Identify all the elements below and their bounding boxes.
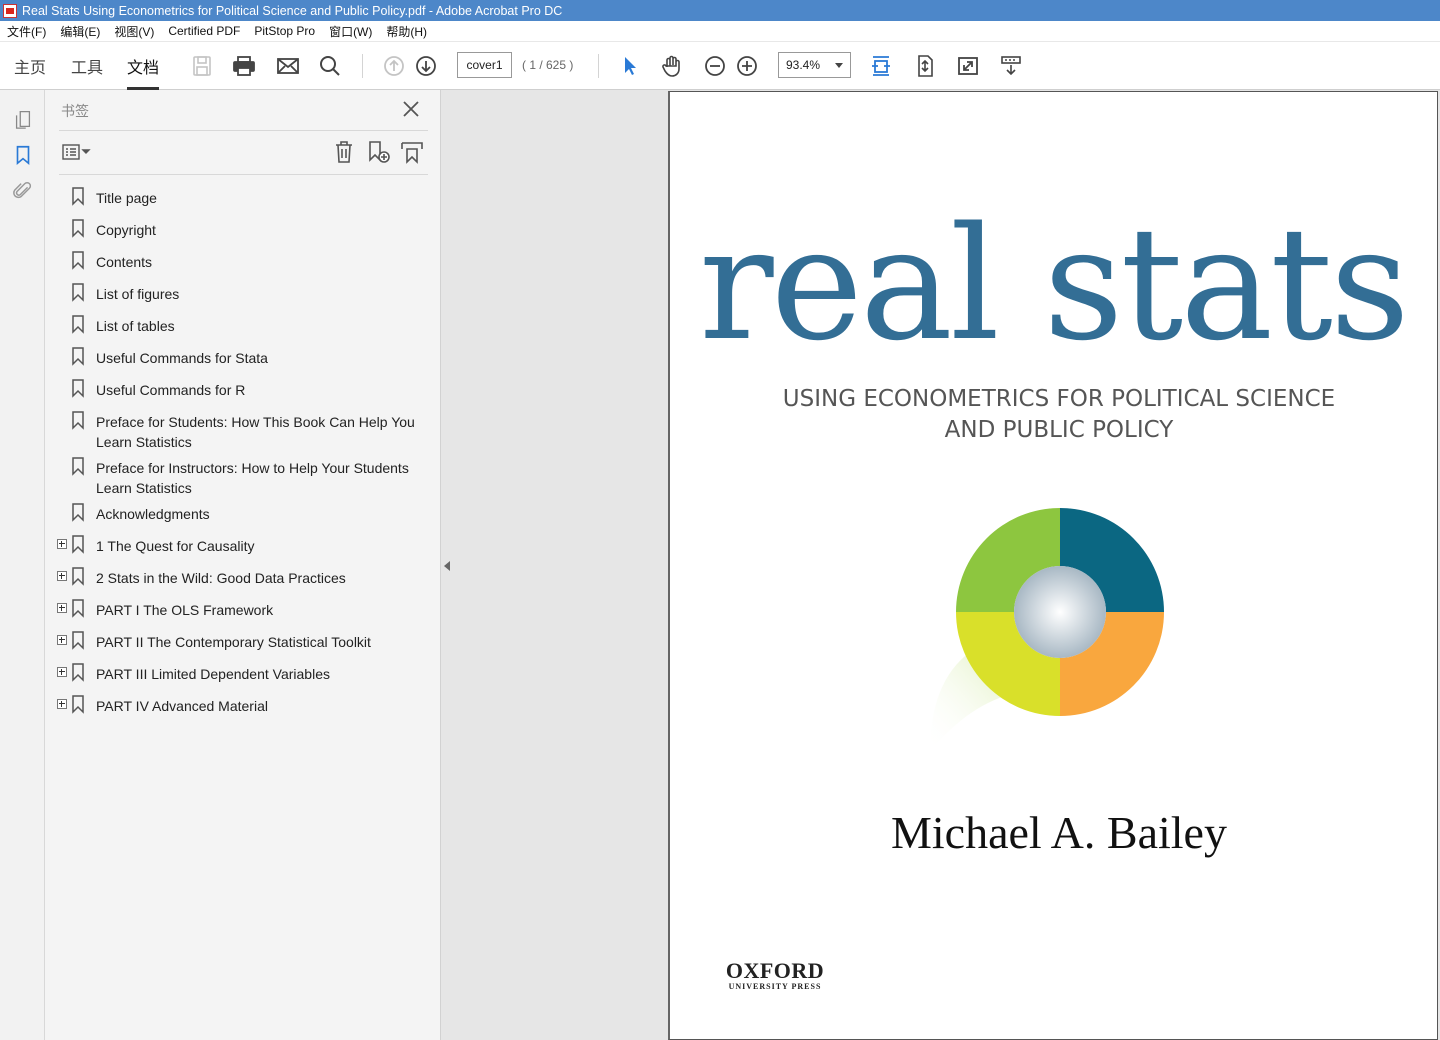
menu-file[interactable]: 文件(F) [0, 23, 53, 40]
cover-ring-logo [910, 502, 1210, 782]
bookmark-label: PART II The Contemporary Statistical Too… [96, 634, 371, 650]
publisher-name: OXFORD [725, 958, 825, 983]
panel-title: 书签 [61, 103, 89, 119]
zoom-in-icon[interactable] [733, 52, 761, 80]
cover-subtitle: Using Econometrics for Political Science… [670, 384, 1440, 446]
zoom-level-select[interactable]: 93.4% [778, 52, 851, 78]
bookmark-icon [71, 631, 85, 650]
tab-tools[interactable]: 工具 [71, 54, 103, 90]
bookmarks-panel-icon[interactable] [10, 142, 36, 168]
expand-plus-icon[interactable] [57, 603, 67, 613]
bookmark-icon [71, 347, 85, 366]
pdf-page-cover: real stats Using Econometrics for Politi… [668, 91, 1438, 1040]
bookmark-icon [71, 663, 85, 682]
bookmark-icon [71, 187, 85, 206]
bookmark-label: Preface for Students: How This Book Can … [96, 414, 415, 450]
page-thumbnails-icon[interactable] [10, 106, 36, 132]
expand-plus-icon[interactable] [57, 699, 67, 709]
bookmark-label: List of tables [96, 318, 175, 334]
search-icon[interactable] [316, 52, 344, 80]
cover-subtitle-line: and Public Policy [944, 417, 1174, 443]
bookmark-icon [71, 379, 85, 398]
select-cursor-icon[interactable] [615, 52, 643, 80]
email-icon[interactable] [274, 52, 302, 80]
new-bookmark-icon[interactable] [365, 139, 391, 165]
publisher-logo: OXFORD UNIVERSITY PRESS [720, 958, 830, 992]
expand-plus-icon[interactable] [57, 571, 67, 581]
zoom-level-value: 93.4% [786, 58, 821, 72]
toolbar-divider [362, 54, 363, 78]
bookmark-label: PART III Limited Dependent Variables [96, 666, 330, 682]
close-icon[interactable] [401, 99, 421, 119]
delete-bookmark-icon[interactable] [331, 139, 357, 165]
menu-pitstop-pro[interactable]: PitStop Pro [247, 24, 322, 38]
toolbar-divider [598, 54, 599, 78]
cover-title: real stats [699, 193, 1410, 375]
bookmark-label: Copyright [96, 222, 156, 238]
publisher-subtitle: UNIVERSITY PRESS [728, 982, 822, 991]
previous-page-icon[interactable] [380, 52, 408, 80]
menu-help[interactable]: 帮助(H) [379, 23, 434, 40]
bookmark-label: PART I The OLS Framework [96, 602, 274, 618]
bookmark-icon [71, 599, 85, 618]
cover-author: Michael A. Bailey [891, 807, 1227, 858]
read-mode-icon[interactable] [997, 52, 1025, 80]
bookmark-icon [71, 567, 85, 586]
zoom-out-icon[interactable] [701, 52, 729, 80]
main-toolbar: 主页 工具 文档 [0, 42, 1440, 90]
bookmark-icon [71, 695, 85, 714]
bookmark-icon [71, 219, 85, 238]
bookmark-label: 2 Stats in the Wild: Good Data Practices [96, 570, 346, 586]
print-icon[interactable] [230, 52, 258, 80]
menu-edit[interactable]: 编辑(E) [53, 23, 107, 40]
window-title: Real Stats Using Econometrics for Politi… [22, 3, 563, 18]
bookmarks-panel: 书签 Title page Copyright Contents List of… [45, 90, 441, 1040]
bookmark-label: Contents [96, 254, 153, 270]
chevron-down-icon [835, 63, 843, 68]
divider [59, 130, 428, 131]
collapse-panel-icon[interactable] [444, 561, 450, 571]
tab-home[interactable]: 主页 [14, 54, 46, 90]
expand-plus-icon[interactable] [57, 539, 67, 549]
bookmark-label: Title page [96, 190, 157, 206]
bookmark-icon [71, 251, 85, 270]
menu-window[interactable]: 窗口(W) [322, 23, 379, 40]
menu-bar: 文件(F) 编辑(E) 视图(V) Certified PDF PitStop … [0, 21, 1440, 42]
full-screen-icon[interactable] [954, 52, 982, 80]
attachments-icon[interactable] [10, 178, 36, 204]
bookmark-label: List of figures [96, 286, 180, 302]
bookmark-label: 1 The Quest for Causality [96, 538, 255, 554]
expand-plus-icon[interactable] [57, 667, 67, 677]
navigation-rail [0, 90, 45, 1040]
expand-bookmark-icon[interactable] [399, 139, 425, 165]
bookmark-icon [71, 315, 85, 334]
fit-page-icon[interactable] [911, 52, 939, 80]
bookmark-icon [71, 457, 85, 476]
cover-subtitle-line: Using Econometrics for Political Science [782, 386, 1336, 412]
tab-document[interactable]: 文档 [127, 54, 160, 90]
menu-view[interactable]: 视图(V) [107, 23, 161, 40]
bookmark-icon [71, 411, 85, 430]
menu-certified-pdf[interactable]: Certified PDF [161, 24, 247, 38]
bookmark-label: PART IV Advanced Material [96, 698, 268, 714]
bookmark-label: Acknowledgments [96, 506, 210, 522]
save-icon[interactable] [188, 52, 216, 80]
page-count: ( 1 / 625 ) [522, 58, 574, 72]
hand-tool-icon[interactable] [658, 52, 686, 80]
expand-plus-icon[interactable] [57, 635, 67, 645]
bookmark-label: Useful Commands for R [96, 382, 246, 398]
acrobat-app-icon [3, 3, 17, 18]
page-number-input[interactable]: cover1 [457, 52, 512, 78]
bookmark-label: Useful Commands for Stata [96, 350, 268, 366]
bookmark-options-button[interactable] [61, 141, 95, 163]
bookmark-label: Preface for Instructors: How to Help You… [96, 460, 409, 496]
fit-width-icon[interactable] [867, 52, 895, 80]
next-page-icon[interactable] [412, 52, 440, 80]
bookmark-icon [71, 535, 85, 554]
bookmark-icon [71, 503, 85, 522]
title-bar: Real Stats Using Econometrics for Politi… [0, 0, 1440, 21]
bookmark-icon [71, 283, 85, 302]
divider [59, 174, 428, 175]
